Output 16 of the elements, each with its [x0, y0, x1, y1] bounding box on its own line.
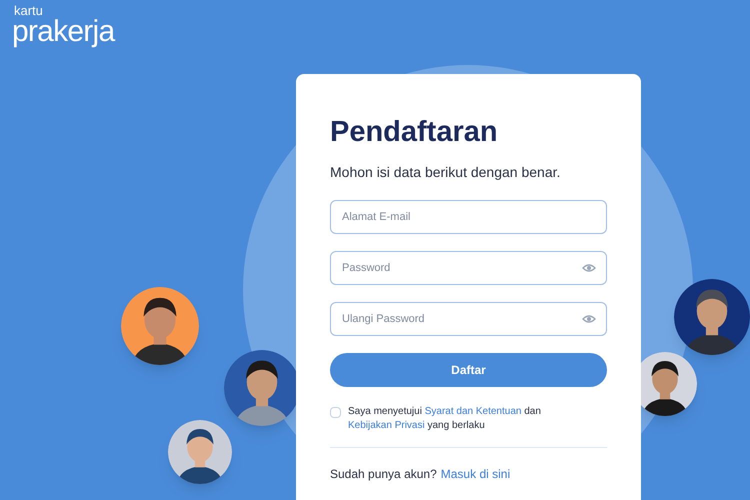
agreement-link[interactable]: Syarat dan Ketentuan — [424, 406, 522, 418]
form-title: Pendaftaran — [330, 115, 499, 150]
password-field[interactable]: Ulangi Password — [330, 302, 607, 336]
form-subtitle: Mohon isi data berikut dengan benar. — [330, 163, 562, 182]
login-link[interactable]: Masuk di sini — [440, 465, 510, 484]
login-prompt: Sudah punya akun? — [330, 466, 437, 484]
register-button[interactable]: Daftar — [330, 353, 607, 388]
agreement-text: Saya menyetujui Syarat dan Ketentuan dan Kebijakan Privasi yang berlaku — [348, 405, 542, 434]
eye-icon[interactable] — [582, 263, 596, 274]
password-field[interactable]: Password — [330, 251, 607, 286]
agreement-link[interactable]: Kebijakan Privasi — [348, 420, 425, 432]
logo-small-text: kartu — [14, 4, 44, 17]
eye-icon[interactable] — [582, 314, 596, 324]
logo-text: prakerja — [12, 17, 114, 47]
agreement-checkbox[interactable] — [330, 407, 341, 418]
email-field[interactable]: Alamat E-mail — [330, 200, 607, 234]
